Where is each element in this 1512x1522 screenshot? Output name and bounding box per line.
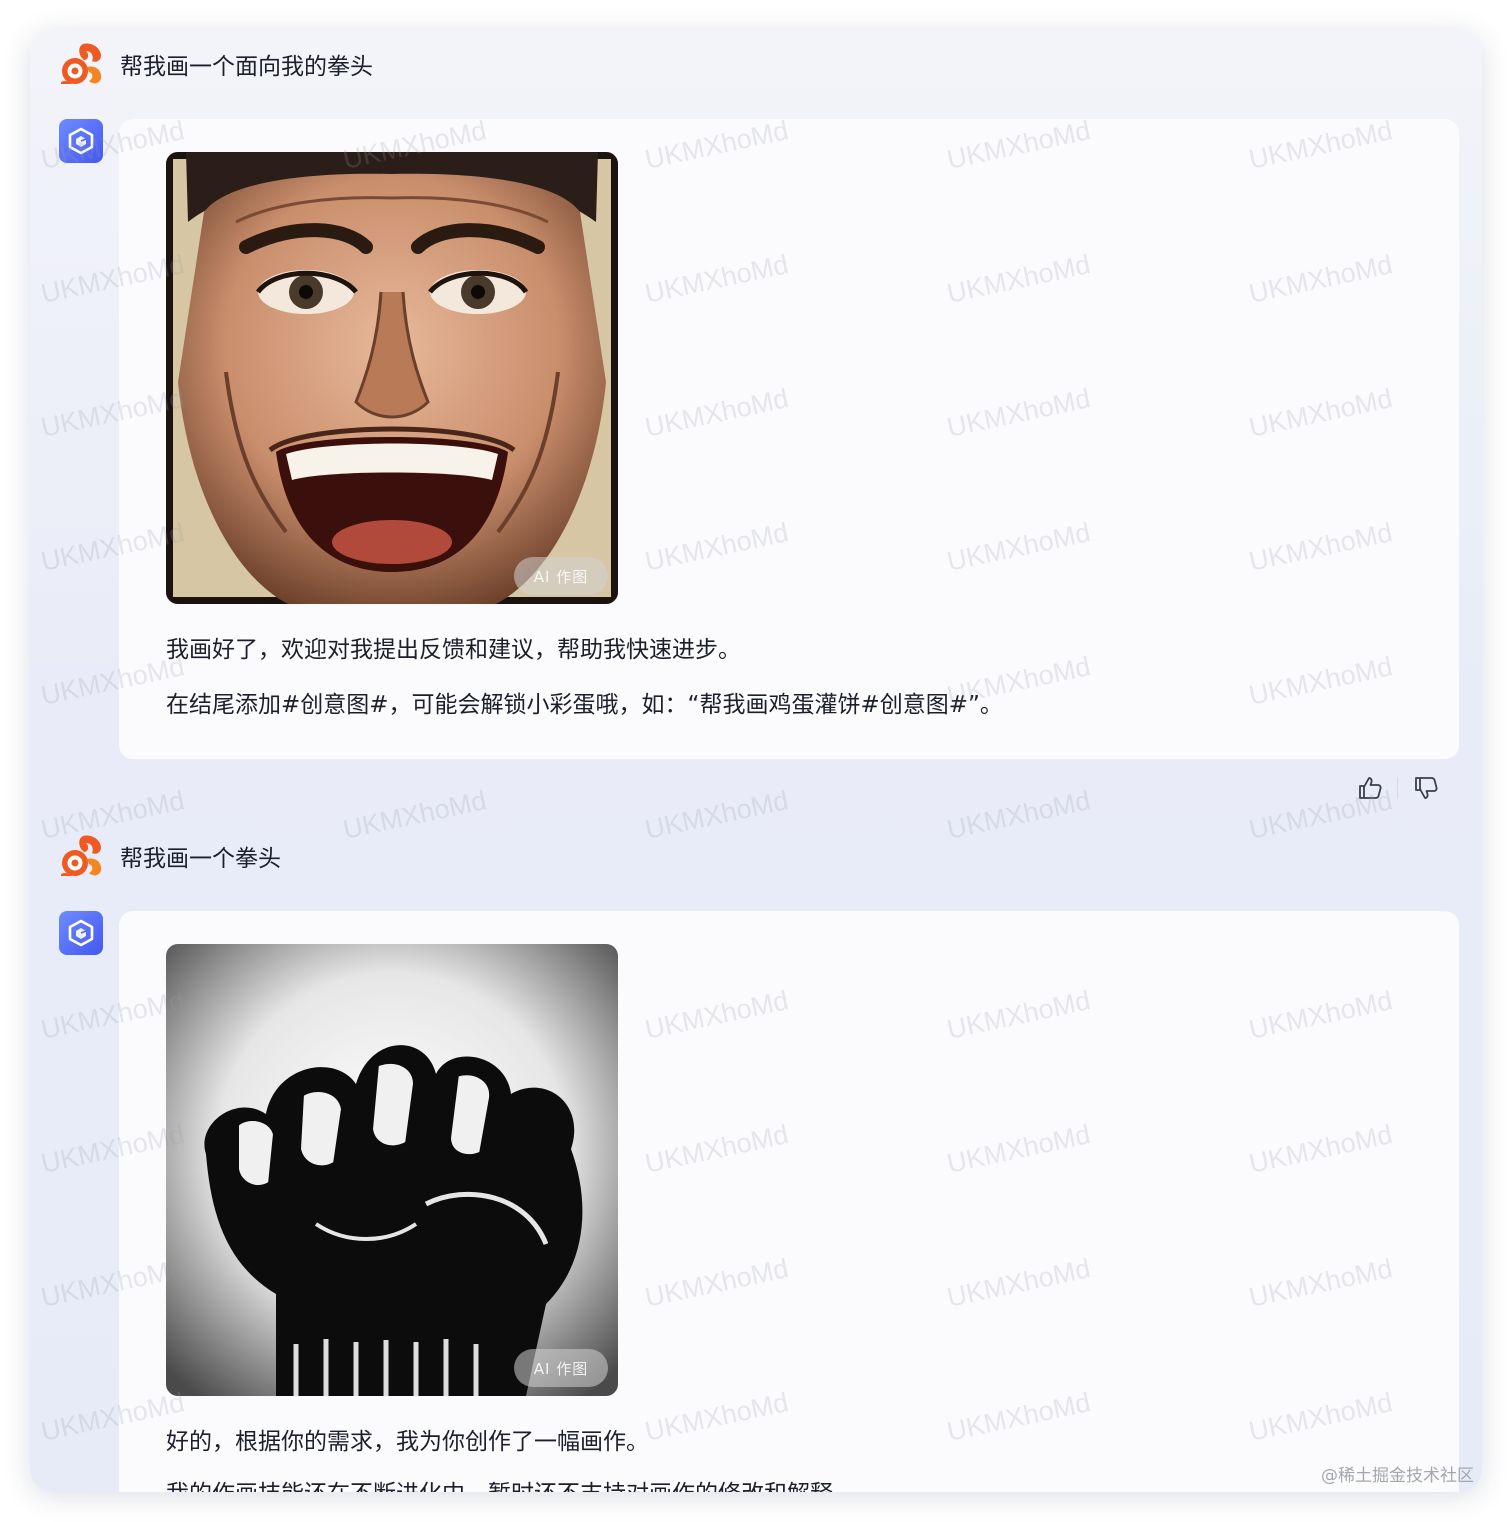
generated-image-fist[interactable]: AI 作图 xyxy=(166,944,618,1396)
cube-logo-icon xyxy=(68,127,94,155)
watermark: UKMXhoMd xyxy=(642,785,791,845)
watermark: UKMXhoMd xyxy=(340,785,489,845)
ai-drawing-badge: AI 作图 xyxy=(514,557,608,595)
cube-logo-icon xyxy=(68,919,94,947)
chat-window: 帮我画一个面向我的拳头 AI 作图 我画好了，欢迎对我提出反馈和建议，帮助我快速… xyxy=(30,30,1482,1492)
uc-squirrel-logo-icon xyxy=(57,41,103,87)
reply-line: 好的，根据你的需求，我为你创作了一幅画作。 xyxy=(166,1429,649,1455)
raised-fist-illustration xyxy=(166,944,618,1396)
generated-image-face[interactable]: AI 作图 xyxy=(166,152,618,604)
thumbs-down-icon[interactable] xyxy=(1413,775,1439,801)
reply-line: 在结尾添加#创意图#，可能会解锁小彩蛋哦，如：“帮我画鸡蛋灌饼#创意图#”。 xyxy=(166,692,1003,718)
bot-avatar xyxy=(59,911,103,955)
reply-line: 我的作画技能还在不断进化中，暂时还不支持对画作的修改和解释。 xyxy=(166,1479,856,1492)
user-message: 帮我画一个拳头 xyxy=(120,846,281,872)
uc-squirrel-logo-icon xyxy=(57,833,103,879)
source-watermark: @稀土掘金技术社区 xyxy=(1321,1466,1474,1486)
bot-response-card: AI 作图 好的，根据你的需求，我为你创作了一幅画作。 我的作画技能还在不断进化… xyxy=(119,911,1459,1492)
bot-avatar xyxy=(59,119,103,163)
reply-line: 我画好了，欢迎对我提出反馈和建议，帮助我快速进步。 xyxy=(166,637,741,663)
watermark: UKMXhoMd xyxy=(944,785,1093,845)
laughing-face-illustration xyxy=(166,152,618,604)
bot-response-card: AI 作图 我画好了，欢迎对我提出反馈和建议，帮助我快速进步。 在结尾添加#创意… xyxy=(119,119,1459,759)
feedback-separator xyxy=(1397,777,1398,799)
thumbs-up-icon[interactable] xyxy=(1357,775,1383,801)
user-message: 帮我画一个面向我的拳头 xyxy=(120,54,373,80)
ai-drawing-badge: AI 作图 xyxy=(514,1349,608,1387)
